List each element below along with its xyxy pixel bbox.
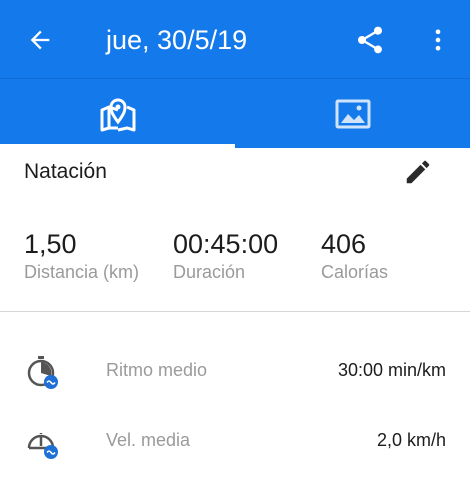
stat-duration: 00:45:00 Duración [173,228,278,284]
photo-icon [335,99,370,129]
stopwatch-icon [27,356,58,389]
arrow-left-icon [30,30,50,50]
tab-bar [0,78,470,148]
stat-value: 406 [321,229,367,259]
sport-name: Natación [24,160,107,183]
edit-button[interactable] [400,154,436,190]
share-icon [358,26,382,54]
pencil-icon [406,160,430,184]
stat-calories: 406 Calorías [321,228,388,284]
activity-header: Natación [0,148,470,198]
detail-value: 30:00 min/km [337,360,446,380]
map-icon [100,98,135,132]
divider [0,311,470,312]
share-button[interactable] [350,20,390,60]
app-bar: jue, 30/5/19 [0,0,470,78]
detail-row-average-speed: Vel. media 2,0 km/h [0,422,470,462]
stat-label: Duración [173,262,246,282]
stat-label: Distancia (km) [24,262,140,282]
tab-photos[interactable] [235,79,470,149]
more-vertical-icon [435,29,441,51]
detail-row-average-pace: Ritmo medio 30:00 min/km [0,352,470,392]
speedometer-icon [27,433,58,459]
page-title: jue, 30/5/19 [106,25,248,55]
tab-map[interactable] [0,79,235,149]
back-button[interactable] [22,22,58,58]
more-options-button[interactable] [424,20,452,60]
stat-distance: 1,50 Distancia (km) [24,228,139,284]
stat-label: Calorías [321,262,389,282]
detail-value: 2,0 km/h [376,430,446,450]
stat-value: 1,50 [24,229,77,259]
detail-name: Vel. media [106,430,191,450]
detail-name: Ritmo medio [106,360,208,380]
stat-value: 00:45:00 [173,229,279,259]
